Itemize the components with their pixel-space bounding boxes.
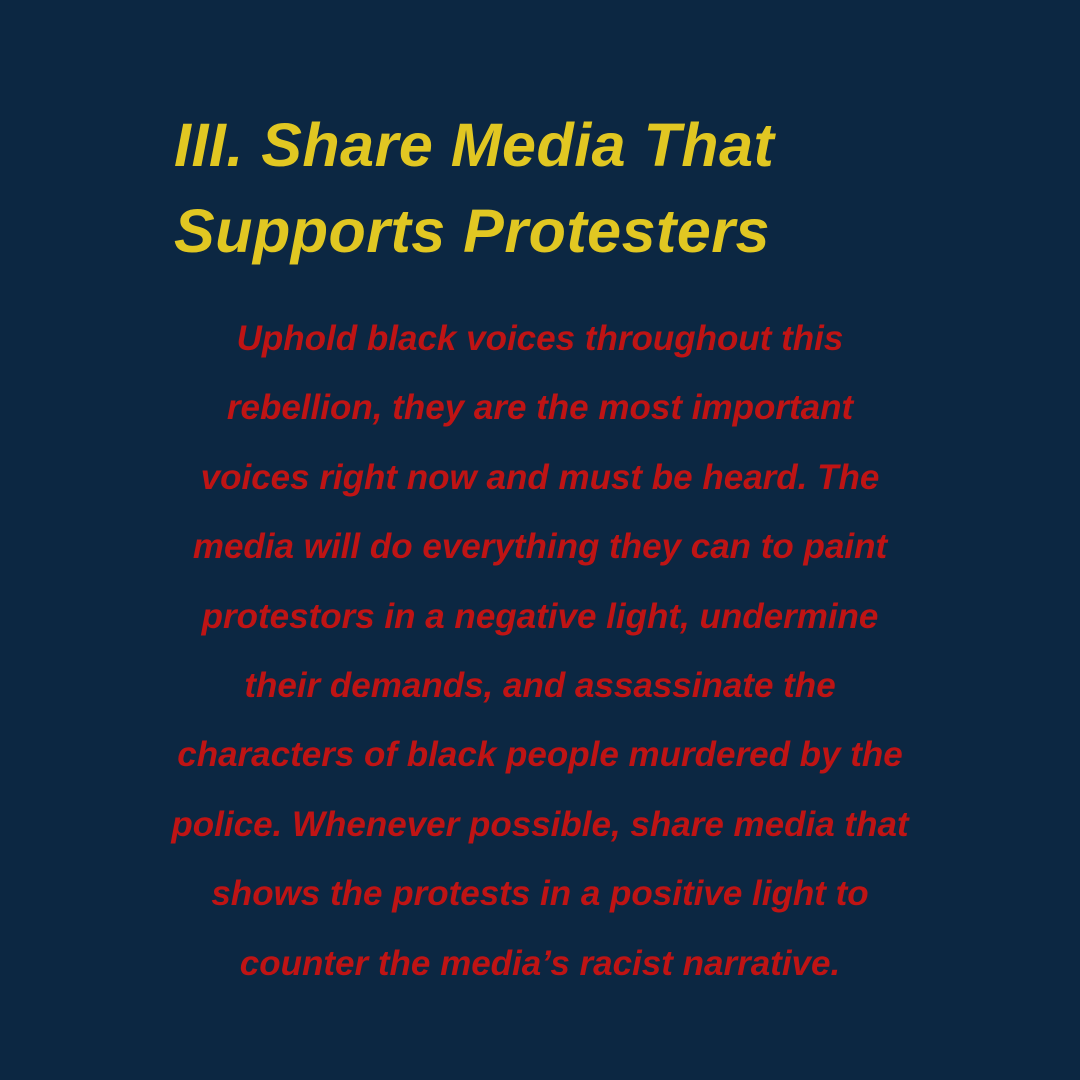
body-paragraph: Uphold black voices throughout this rebe… <box>40 304 1040 998</box>
body-line-7: characters of black people murdered by t… <box>177 735 903 775</box>
body-line-3: voices right now and must be heard. The <box>200 457 880 497</box>
body-line-10: counter the media’s racist narrative. <box>239 943 841 983</box>
title-line-1: III. Share Media That <box>174 111 775 179</box>
body-line-2: rebellion, they are the most important <box>226 388 854 428</box>
title-line-2: Supports Protesters <box>174 197 770 265</box>
body-line-4: media will do everything they can to pai… <box>192 527 888 567</box>
body-line-1: Uphold black voices throughout this <box>236 319 844 358</box>
body-line-6: their demands, and assassinate the <box>244 666 836 706</box>
slide-page: III. Share Media That Supports Protester… <box>0 0 1080 1080</box>
body-line-9: shows the protests in a positive light t… <box>211 874 869 914</box>
body-line-5: protestors in a negative light, undermin… <box>201 596 879 636</box>
slide-title: III. Share Media That Supports Protester… <box>174 102 934 274</box>
body-line-8: police. Whenever possible, share media t… <box>171 804 909 844</box>
